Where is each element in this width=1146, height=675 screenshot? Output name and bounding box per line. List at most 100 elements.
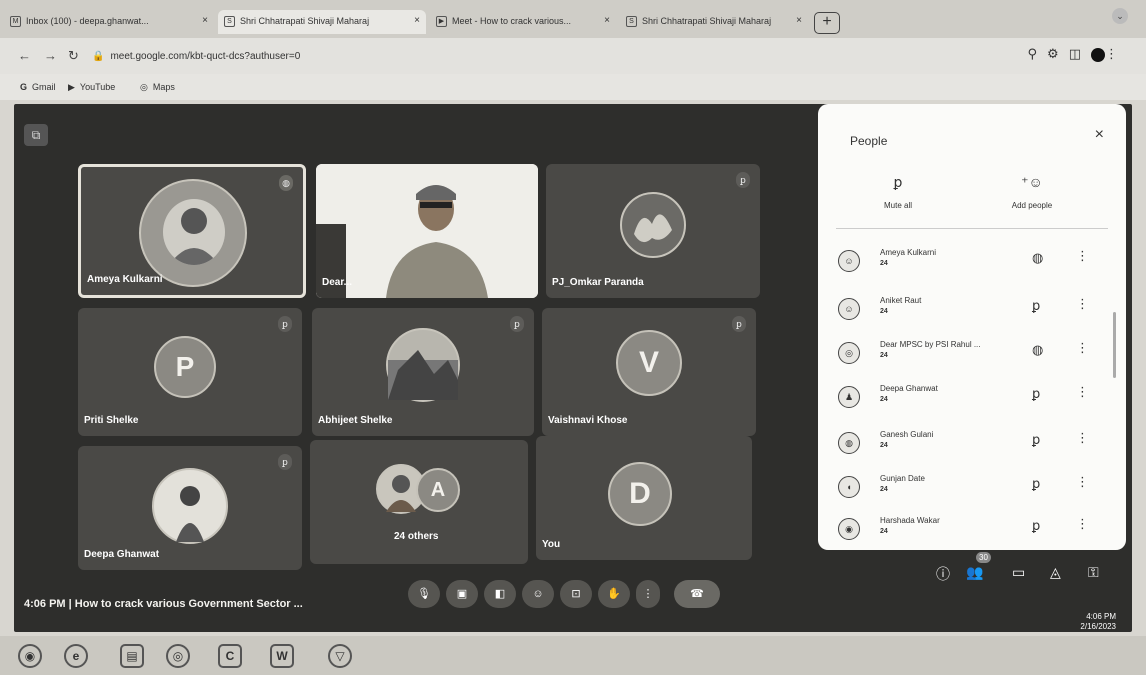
participant-tile[interactable]: ꝑ PJ_Omkar Paranda [546,164,760,298]
more-vert-icon[interactable]: ⋮ [1076,516,1089,532]
word-icon[interactable]: W [270,644,294,668]
raise-hand-button[interactable]: ✋ [598,580,630,608]
info-icon[interactable]: ⓘ [936,564,950,584]
close-icon[interactable]: × [604,15,610,26]
participant-name: Deepa Ghanwat [84,549,160,560]
lock-icon: 🔒 [92,51,105,62]
present-button[interactable]: ⊡ [560,580,592,608]
mute-all-button[interactable]: ꝑ Mute all [868,174,928,210]
tab-label: Inbox (100) - deepa.ghanwat... [26,16,149,26]
extension-icon[interactable]: ⚙ [1047,46,1069,61]
muted-mic-icon: ꝑ [736,172,750,188]
meeting-caption: 4:06 PM | How to crack various Governmen… [24,598,303,610]
more-vert-icon[interactable]: ⋮ [1076,296,1089,312]
more-vert-icon[interactable]: ⋮ [1076,430,1089,446]
participant-tile[interactable]: ◍ Ameya Kulkarni [78,164,306,298]
start-button[interactable]: ◉ [18,644,42,668]
participant-tile[interactable]: ꝑ Deepa Ghanwat [78,446,302,570]
list-item[interactable]: ◍ Ganesh Gulani 24 ꝑ ⋮ [834,426,1110,466]
toolbar-icons: ⚲⚙◫ ⋮ [1028,46,1128,62]
avatar: V [616,330,682,396]
participant-tile[interactable]: V ꝑ Vaishnavi Khose [542,308,756,436]
vpn-icon[interactable]: ▽ [328,644,352,668]
forward-icon[interactable]: → [44,48,57,63]
muted-mic-icon: ꝑ [1032,298,1041,313]
profile-avatar[interactable] [1091,47,1105,62]
participant-name: Gunjan Date [880,474,925,483]
tab-gmail[interactable]: M Inbox (100) - deepa.ghanwat... × [4,10,214,34]
avatar: ☺ [838,250,860,272]
chrome-icon[interactable]: C [218,644,242,668]
menu-icon[interactable]: ⋮ [1105,46,1128,61]
captions-button[interactable]: ◧ [484,580,516,608]
new-tab-button[interactable]: + [814,12,840,34]
scrollbar[interactable] [1113,312,1116,378]
list-item[interactable]: ◉ Harshada Wakar 24 ꝑ ⋮ [834,512,1110,552]
file-explorer-icon[interactable]: ▤ [120,644,144,668]
add-people-label: Add people [1011,201,1053,210]
participant-tile[interactable]: P ꝑ Priti Shelke [78,308,302,436]
close-icon[interactable]: × [202,15,208,26]
more-vert-icon[interactable]: ⋮ [1076,384,1089,400]
avatar [139,179,247,287]
close-icon[interactable]: × [796,15,802,26]
emoji-icon: ☺ [532,588,544,600]
tab-shivaji-1[interactable]: S Shri Chhatrapati Shivaji Maharaj × [218,10,426,34]
list-item[interactable]: ☺ Ameya Kulkarni 24 ◍ ⋮ [834,244,1110,284]
tab-shivaji-2[interactable]: S Shri Chhatrapati Shivaji Maharaj × [620,10,808,34]
list-item[interactable]: ♟ Deepa Ghanwat 24 ꝑ ⋮ [834,380,1110,420]
url-field[interactable]: 🔒 meet.google.com/kbt-quct-dcs?authuser=0 [92,51,300,62]
meet-icon: ▶ [436,16,447,27]
reload-icon[interactable]: ↻ [68,48,79,64]
chat-icon[interactable]: ▭ [1012,564,1025,581]
self-tile[interactable]: D You [536,436,752,560]
more-vert-icon[interactable]: ⋮ [1076,248,1089,264]
avatar: ☺ [838,298,860,320]
edge-icon[interactable]: e [64,644,88,668]
document-icon: S [224,16,235,27]
others-tile[interactable]: A 24 others [310,440,528,564]
bookmark-gmail[interactable]: G Gmail [20,82,56,92]
list-item[interactable]: ◖ Gunjan Date 24 ꝑ ⋮ [834,470,1110,510]
more-vert-icon[interactable]: ⋮ [1076,340,1089,356]
muted-mic-icon: ꝑ [278,316,292,332]
media-player-icon[interactable]: ◎ [166,644,190,668]
camera-button[interactable]: ▣ [446,580,478,608]
participant-badge: 30 [976,552,991,563]
people-button[interactable]: 👥 30 [966,552,991,581]
more-vert-icon[interactable]: ⋮ [1076,474,1089,490]
close-icon[interactable]: × [1095,126,1104,144]
participant-video-tile[interactable]: Dear... [316,164,538,298]
tab-meet[interactable]: ▶ Meet - How to crack various... × [430,10,616,34]
participant-tile[interactable]: ꝑ Abhijeet Shelke [312,308,534,436]
profile-photo [163,199,225,265]
more-options-button[interactable]: ⋮ [636,580,660,608]
activities-icon[interactable]: ◬ [1050,564,1061,581]
list-item[interactable]: ☺ Aniket Raut 24 ꝑ ⋮ [834,292,1110,332]
avatar [620,192,686,258]
close-icon[interactable]: × [414,15,420,26]
speaking-icon: ◍ [279,175,293,191]
split-view-icon[interactable]: ◫ [1069,46,1091,61]
camera-icon: ▣ [456,588,468,600]
clock-date: 2/16/2023 [1080,622,1116,631]
chevron-down-icon[interactable]: ⌄ [1112,8,1128,24]
list-item[interactable]: ◎ Dear MPSC by PSI Rahul ... 24 ◍ ⋮ [834,336,1110,376]
muted-mic-icon: ꝑ [1032,518,1041,533]
bookmark-youtube[interactable]: ▶ YouTube [68,82,115,93]
back-icon[interactable]: ← [18,48,31,63]
sidebar-toggle-icon[interactable]: ⧉ [24,124,48,146]
avatar: D [608,462,672,526]
avatar: ◎ [838,342,860,364]
host-controls-icon[interactable]: ⚿ [1088,564,1099,581]
add-people-button[interactable]: ⁺☺ Add people [1002,174,1062,210]
panel-title: People [850,134,888,148]
leave-call-button[interactable]: ☎ [674,580,720,608]
emoji-button[interactable]: ☺ [522,580,554,608]
mic-button[interactable]: 🎙 [408,580,440,608]
more-vert-icon: ⋮ [642,588,654,600]
bookmark-label: Maps [152,82,175,92]
bookmark-maps[interactable]: ◎ Maps [140,82,175,93]
gmail-icon: M [10,16,21,27]
mic-icon[interactable]: ⚲ [1028,46,1048,61]
